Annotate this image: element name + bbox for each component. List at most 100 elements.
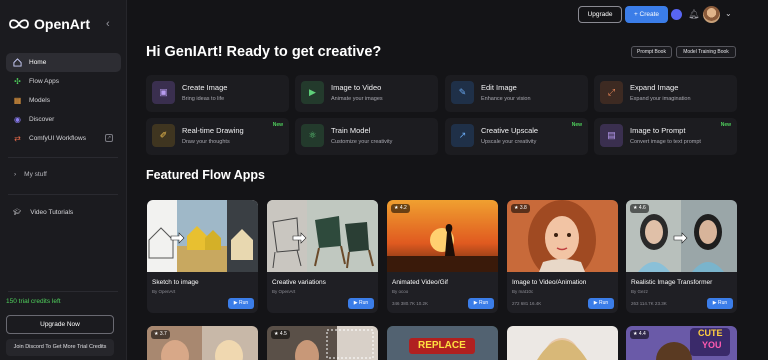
sidebar-item-discover[interactable]: ◉ Discover	[6, 110, 121, 129]
rating-value: 3.7	[159, 331, 167, 337]
flow-app-stats: 263 114.7K 23.3K	[631, 301, 667, 306]
flow-app-thumbnail	[267, 200, 378, 272]
run-button[interactable]: ▶ Run	[228, 298, 254, 309]
video-icon: ▶	[301, 81, 324, 104]
tool-card-real-time-drawing[interactable]: ✐ Real-time Drawing Draw your thoughts New	[146, 118, 289, 155]
sidebar-item-models[interactable]: ▦ Models	[6, 91, 121, 110]
flow-app-title: Animated Video/Gif	[392, 279, 448, 286]
flow-app-thumbnail	[507, 326, 618, 360]
sidebar-item-home[interactable]: Home	[6, 53, 121, 72]
sidebar: OpenArt ‹ Home ✣ Flow Apps ▦ Models ◉ Di…	[0, 0, 127, 360]
external-link-icon: ↗	[105, 134, 113, 142]
flow-app-card[interactable]	[507, 326, 618, 360]
replace-thumbnail-text: REPLACE	[418, 340, 466, 351]
tool-card-subtitle: Enhance your vision	[481, 96, 531, 102]
avatar[interactable]	[703, 6, 720, 23]
flow-app-card[interactable]: ★ 3.8 Image to Video/Animation By mat10c…	[507, 200, 618, 313]
sidebar-item-comfyui-workflows[interactable]: ⇄ ComfyUI Workflows ↗	[6, 129, 121, 148]
you-thumbnail-text: YOU	[702, 340, 722, 350]
flow-app-card[interactable]: ★ 4.6 Realistic Image Transformer By Gez…	[626, 200, 737, 313]
cute-thumbnail-text: CUTE	[698, 328, 723, 338]
tool-card-title: Create Image	[182, 83, 228, 92]
trial-credits-text: 150 trial credits left	[6, 298, 61, 305]
upscale-icon: ↗	[451, 124, 474, 147]
new-badge: New	[571, 122, 582, 128]
run-button[interactable]: ▶ Run	[707, 298, 733, 309]
flow-app-card[interactable]: Creative variations By OpenArt ▶ Run	[267, 200, 378, 313]
flow-app-card[interactable]: ★ 4.2 Animated Video/Gif By ocoo 346 380…	[387, 200, 498, 313]
run-button[interactable]: ▶ Run	[588, 298, 614, 309]
tool-card-subtitle: Animate your images	[331, 96, 383, 102]
run-button[interactable]: ▶ Run	[348, 298, 374, 309]
model-training-book-button[interactable]: Model Training Book	[676, 46, 736, 58]
tool-card-title: Creative Upscale	[481, 126, 539, 135]
tool-card-title: Image to Video	[331, 83, 382, 92]
tool-card-subtitle: Customize your creativity	[331, 139, 393, 145]
flow-app-card[interactable]: REPLACE	[387, 326, 498, 360]
sidebar-item-my-stuff[interactable]: › My stuff	[14, 171, 47, 178]
discord-icon[interactable]	[671, 9, 682, 20]
flow-app-card[interactable]: ★ 4.5	[267, 326, 378, 360]
flow-app-title: Image to Video/Animation	[512, 279, 587, 286]
compass-icon: ◉	[14, 115, 21, 124]
join-discord-button[interactable]: Join Discord To Get More Trial Credits	[6, 339, 114, 356]
flow-app-title: Creative variations	[272, 279, 326, 286]
tool-card-subtitle: Upscale your creativity	[481, 139, 537, 145]
flow-app-stats: 346 380.7K 10.2K	[392, 301, 429, 306]
tool-card-subtitle: Draw your thoughts	[182, 139, 230, 145]
tool-card-edit-image[interactable]: ✎ Edit Image Enhance your vision	[445, 75, 588, 112]
sidebar-divider	[8, 291, 118, 292]
rating-badge: ★ 3.7	[151, 330, 170, 339]
create-button[interactable]: + Create	[625, 6, 668, 23]
flow-app-card[interactable]: Sketch to image By OpenArt ▶ Run	[147, 200, 258, 313]
rating-value: 4.2	[399, 205, 407, 211]
collapse-sidebar-icon[interactable]: ‹	[106, 18, 110, 30]
my-stuff-label: My stuff	[24, 171, 47, 178]
tool-card-subtitle: Expand your imagination	[630, 96, 691, 102]
expand-icon: ⤢	[600, 81, 623, 104]
tool-card-create-image[interactable]: ▣ Create Image Bring ideas to life	[146, 75, 289, 112]
workflow-icon: ⇄	[14, 134, 21, 143]
flow-app-thumbnail	[147, 200, 258, 272]
tool-card-title: Edit Image	[481, 83, 517, 92]
tool-card-subtitle: Convert image to text prompt	[630, 139, 701, 145]
train-icon: ⚛	[301, 124, 324, 147]
tool-card-title: Expand Image	[630, 83, 679, 92]
graduation-cap-icon: 🎓︎	[13, 209, 22, 216]
rating-badge: ★ 4.5	[271, 330, 290, 339]
video-tutorials-label: Video Tutorials	[30, 208, 74, 216]
rating-value: 4.4	[638, 331, 646, 337]
tool-card-train-model[interactable]: ⚛ Train Model Customize your creativity	[295, 118, 438, 155]
flow-app-title: Sketch to image	[152, 279, 199, 286]
new-badge: New	[720, 122, 731, 128]
rating-badge: ★ 3.8	[511, 204, 530, 213]
upgrade-button[interactable]: Upgrade	[578, 6, 622, 23]
sidebar-item-video-tutorials[interactable]: 🎓︎ Video Tutorials	[13, 208, 74, 217]
sidebar-nav: Home ✣ Flow Apps ▦ Models ◉ Discover ⇄ C…	[6, 53, 121, 148]
rating-value: 4.6	[638, 205, 646, 211]
bell-icon[interactable]: 🔔︎	[688, 9, 699, 20]
upgrade-now-button[interactable]: Upgrade Now	[6, 315, 114, 334]
run-button[interactable]: ▶ Run	[468, 298, 494, 309]
flow-app-card[interactable]: ★ 4.4 CUTE YOU	[626, 326, 737, 360]
logo[interactable]: OpenArt	[8, 16, 90, 32]
tool-card-image-to-prompt[interactable]: ▤ Image to Prompt Convert image to text pr…	[594, 118, 737, 155]
chevron-down-icon[interactable]: ⌄	[725, 9, 732, 18]
prompt-book-button[interactable]: Prompt Book	[631, 46, 672, 58]
brand-name: OpenArt	[34, 16, 90, 32]
openart-logo-icon	[9, 19, 29, 29]
sidebar-item-label: Models	[29, 97, 50, 104]
flow-app-stats: 272 681 16.4K	[512, 301, 542, 306]
tool-card-image-to-video[interactable]: ▶ Image to Video Animate your images	[295, 75, 438, 112]
tool-card-expand-image[interactable]: ⤢ Expand Image Expand your imagination	[594, 75, 737, 112]
sidebar-item-flow-apps[interactable]: ✣ Flow Apps	[6, 72, 121, 91]
sidebar-item-label: Discover	[29, 116, 55, 123]
tool-card-creative-upscale[interactable]: ↗ Creative Upscale Upscale your creativity…	[445, 118, 588, 155]
flow-app-card[interactable]: ★ 3.7	[147, 326, 258, 360]
flow-app-author: By ocoo	[392, 289, 409, 294]
draw-icon: ✐	[152, 124, 175, 147]
rating-badge: ★ 4.2	[391, 204, 410, 213]
flow-app-author: By OpenArt	[152, 289, 176, 294]
home-icon	[13, 58, 22, 67]
sidebar-item-label: Home	[29, 59, 47, 66]
